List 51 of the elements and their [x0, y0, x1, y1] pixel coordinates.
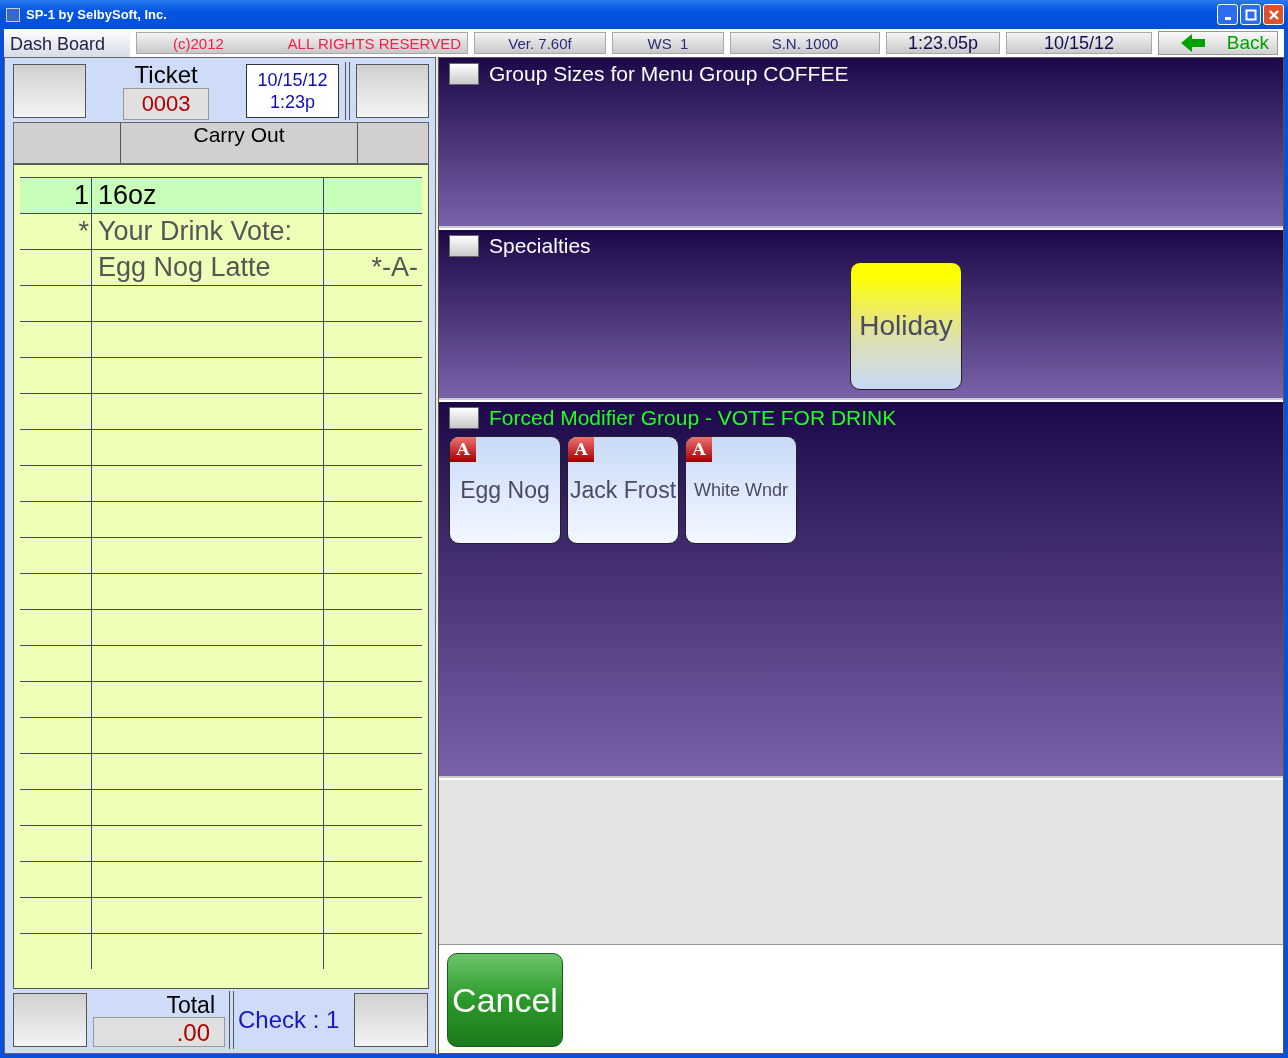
dash-board-tab[interactable]: Dash Board: [4, 29, 130, 57]
blank-button[interactable]: [355, 64, 429, 118]
total-label: Total: [166, 993, 215, 1017]
item-text: Your Drink Vote:: [98, 216, 293, 247]
version-label: Ver. 7.60f: [474, 32, 606, 54]
ticket-date: 10/15/12: [257, 69, 328, 91]
quantity-text: 1: [73, 180, 89, 211]
window-title: SP-1 by SelbySoft, Inc.: [26, 7, 168, 22]
maximize-icon: [1244, 8, 1257, 21]
check-label: Check : 1: [238, 1006, 341, 1034]
app-icon: [6, 7, 20, 22]
ticket-number: 0003: [123, 88, 210, 120]
flag-text: *-A-: [371, 252, 418, 283]
left-arrow-icon: [1181, 34, 1205, 52]
copyright-text: (c)2012: [173, 34, 224, 52]
item-text: 16oz: [98, 180, 157, 211]
ticket-time: 1:23p: [270, 91, 316, 113]
badge: A: [450, 437, 476, 462]
blank-button[interactable]: [13, 993, 87, 1047]
badge: A: [568, 437, 594, 462]
group-toggle[interactable]: [449, 407, 479, 429]
group-toggle[interactable]: [449, 235, 479, 257]
modifier-button[interactable]: A Egg Nog: [449, 436, 561, 544]
close-button[interactable]: [1263, 4, 1284, 25]
order-type-label: Carry Out: [121, 123, 358, 163]
badge: A: [686, 437, 712, 462]
ticket-line[interactable]: Egg Nog Latte *-A-: [20, 249, 422, 285]
total-value: .00: [93, 1017, 225, 1047]
blank-button[interactable]: [13, 64, 87, 118]
close-icon: [1267, 8, 1280, 21]
group-title: Group Sizes for Menu Group COFFEE: [489, 62, 849, 86]
menu-item-button[interactable]: Holiday: [850, 262, 962, 390]
clock-label: 1:23.05p: [886, 32, 1000, 54]
minimize-button[interactable]: [1217, 4, 1238, 25]
group-title: Specialties: [489, 234, 591, 258]
minimize-icon: [1224, 17, 1231, 20]
cancel-button[interactable]: Cancel: [447, 953, 563, 1047]
workstation-label: WS 1: [612, 32, 724, 54]
item-text: Egg Nog Latte: [98, 252, 271, 283]
blank-button[interactable]: [354, 993, 428, 1047]
group-toggle[interactable]: [449, 63, 479, 85]
quantity-text: *: [78, 216, 89, 247]
ticket-line[interactable]: * Your Drink Vote:: [20, 213, 422, 249]
maximize-button[interactable]: [1240, 4, 1261, 25]
date-label: 10/15/12: [1006, 32, 1152, 54]
modifier-button[interactable]: A White Wndr: [685, 436, 797, 544]
serial-label: S.N. 1000: [730, 32, 880, 54]
ticket-label: Ticket: [134, 62, 198, 88]
modifier-button[interactable]: A Jack Frost: [567, 436, 679, 544]
group-title: Forced Modifier Group - VOTE FOR DRINK: [489, 406, 897, 430]
rights-text: ALL RIGHTS RESERVED: [287, 34, 461, 52]
